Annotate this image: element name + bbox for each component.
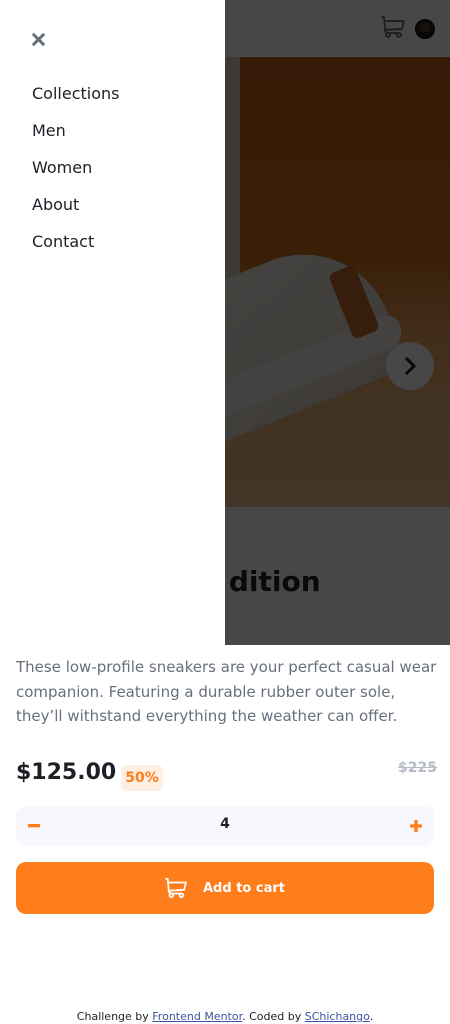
quantity-value: 4 — [220, 816, 230, 832]
menu-item-contact[interactable]: Contact — [32, 232, 119, 269]
menu-item-about[interactable]: About — [32, 195, 119, 232]
menu-list: Collections Men Women About Contact — [32, 84, 119, 269]
current-price: $125.00 — [16, 760, 117, 785]
close-icon[interactable] — [31, 32, 46, 47]
quantity-stepper: 4 — [16, 806, 434, 846]
original-price: $225 — [398, 760, 437, 776]
attribution: Challenge by Frontend Mentor. Coded by S… — [0, 1010, 450, 1023]
product-description: These low-profile sneakers are your perf… — [16, 658, 437, 725]
menu-item-collections[interactable]: Collections — [32, 84, 119, 121]
add-to-cart-button[interactable]: Add to cart — [16, 862, 434, 914]
attribution-suffix: . — [369, 1010, 374, 1023]
menu-item-men[interactable]: Men — [32, 121, 119, 158]
cart-icon — [165, 878, 187, 898]
attribution-prefix: Challenge by — [76, 1010, 153, 1023]
discount-badge: 50% — [121, 765, 163, 791]
attribution-middle: . Coded by — [242, 1010, 305, 1023]
add-to-cart-label: Add to cart — [203, 880, 285, 896]
frontend-mentor-link[interactable]: Frontend Mentor — [152, 1010, 242, 1023]
menu-item-women[interactable]: Women — [32, 158, 119, 195]
author-link[interactable]: SChichango — [305, 1010, 370, 1023]
plus-icon[interactable] — [410, 820, 422, 832]
mobile-menu: Collections Men Women About Contact — [0, 0, 225, 645]
